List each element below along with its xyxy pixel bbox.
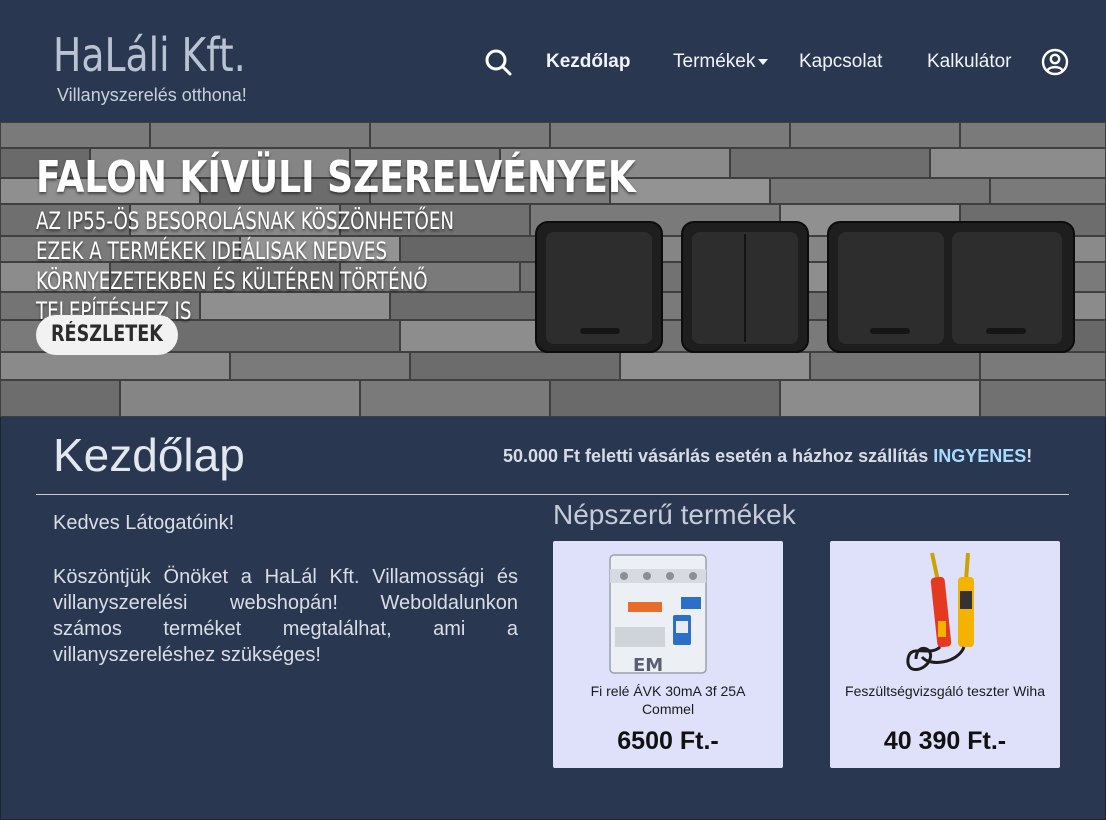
voltage-tester-image [906,552,974,671]
divider [36,494,1069,495]
switch-images [535,221,1075,353]
page-title: Kezdőlap [53,429,245,481]
search-icon[interactable] [484,48,512,76]
details-button[interactable]: RÉSZLETEK [36,315,178,355]
product-card[interactable]: EM Fi relé ÁVK 30mA 3f 25A Commel 6500 F… [553,541,783,768]
popular-products-title: Népszerű termékek [553,499,796,530]
promo-banner[interactable]: FALON KÍVÜLI SZERELVÉNYEK AZ IP55-ÖS BES… [0,122,1106,417]
product-name: Feszültségvizsgáló teszter Wiha [845,683,1045,699]
caret-down-icon [758,58,769,65]
details-button-label: RÉSZLETEK [51,322,163,347]
shipping-end: ! [1026,446,1033,466]
shipping-text: 50.000 Ft feletti vásárlás esetén a házh… [503,446,934,466]
nav-contact[interactable]: Kapcsolat [799,51,882,73]
shipping-highlight: INGYENES [933,446,1027,466]
logo-subtitle: Villanyszerelés otthona! [57,85,247,105]
product-price: 40 390 Ft.- [883,727,1007,755]
product-name: Fi relé ÁVK 30mA 3f 25A Commel [590,683,746,717]
nav-products[interactable]: Termékek [673,51,769,73]
welcome-text: Köszöntjük Önöket a HaLál Kft. Villamoss… [53,566,518,666]
shipping-notice: 50.000 Ft feletti vásárlás esetén a házh… [503,446,1032,467]
nav-calculator[interactable]: Kalkulátor [927,51,1012,73]
product-card[interactable]: Feszültségvizsgáló teszter Wiha 40 390 F… [830,541,1060,768]
nav-home[interactable]: Kezdőlap [546,51,630,73]
banner-text: AZ IP55-ÖS BESOROLÁSNAK KÖSZÖNHETŐEN EZE… [36,207,455,325]
svg-text:EM: EM [633,655,663,676]
banner-title: FALON KÍVÜLI SZERELVÉNYEK [36,152,636,203]
greeting-text: Kedves Látogatóink! [53,512,235,534]
main-nav: Kezdőlap Termékek Kapcsolat Kalkulátor [0,48,1106,78]
site-header: HaLáli Kft. Villanyszerelés otthona! Kez… [0,0,1106,122]
product-price: 6500 Ft.- [617,727,719,755]
nav-products-label: Termékek [673,51,756,72]
user-icon[interactable] [1041,48,1069,76]
rcd-switch-image: EM [609,554,707,676]
